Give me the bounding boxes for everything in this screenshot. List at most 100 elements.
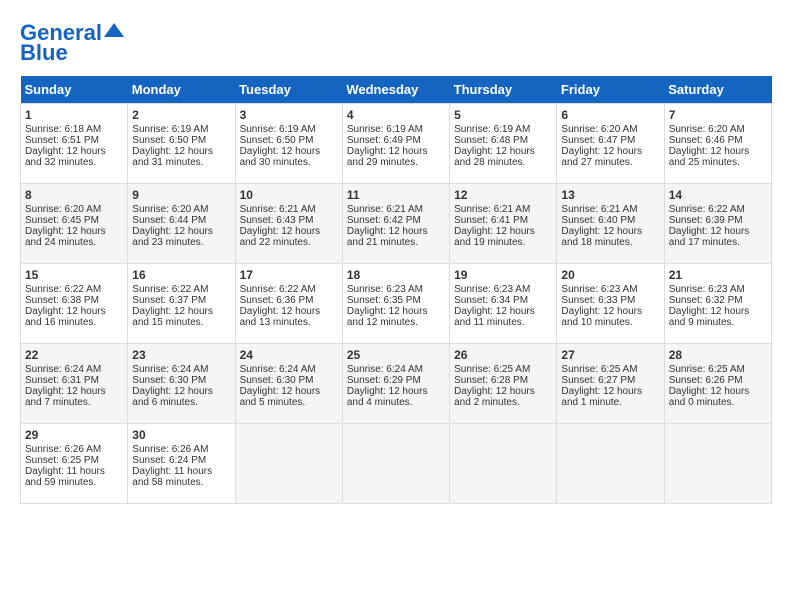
calendar-cell: 23 Sunrise: 6:24 AM Sunset: 6:30 PM Dayl… [128,344,235,424]
calendar-cell: 17 Sunrise: 6:22 AM Sunset: 6:36 PM Dayl… [235,264,342,344]
calendar-cell: 11 Sunrise: 6:21 AM Sunset: 6:42 PM Dayl… [342,184,449,264]
daylight-extra: and 27 minutes. [561,157,632,168]
sunset: Sunset: 6:34 PM [454,295,528,306]
calendar-cell: 12 Sunrise: 6:21 AM Sunset: 6:41 PM Dayl… [450,184,557,264]
sunrise: Sunrise: 6:25 AM [454,364,530,375]
day-number: 28 [669,348,767,362]
day-number: 5 [454,108,552,122]
day-number: 12 [454,188,552,202]
sunset: Sunset: 6:37 PM [132,295,206,306]
sunrise: Sunrise: 6:19 AM [454,124,530,135]
sunrise: Sunrise: 6:21 AM [561,204,637,215]
calendar-cell: 3 Sunrise: 6:19 AM Sunset: 6:50 PM Dayli… [235,104,342,184]
daylight-extra: and 12 minutes. [347,317,418,328]
daylight-extra: and 29 minutes. [347,157,418,168]
daylight-extra: and 19 minutes. [454,237,525,248]
sunset: Sunset: 6:28 PM [454,375,528,386]
day-number: 1 [25,108,123,122]
sunset: Sunset: 6:24 PM [132,455,206,466]
day-number: 25 [347,348,445,362]
day-number: 14 [669,188,767,202]
sunset: Sunset: 6:40 PM [561,215,635,226]
calendar-cell [664,424,771,504]
daylight: Daylight: 11 hours [25,466,105,477]
daylight: Daylight: 12 hours [132,226,213,237]
sunset: Sunset: 6:35 PM [347,295,421,306]
daylight: Daylight: 12 hours [669,306,750,317]
daylight: Daylight: 12 hours [25,226,106,237]
calendar-cell: 4 Sunrise: 6:19 AM Sunset: 6:49 PM Dayli… [342,104,449,184]
sunset: Sunset: 6:33 PM [561,295,635,306]
sunset: Sunset: 6:50 PM [240,135,314,146]
calendar-cell: 13 Sunrise: 6:21 AM Sunset: 6:40 PM Dayl… [557,184,664,264]
sunrise: Sunrise: 6:24 AM [132,364,208,375]
day-number: 22 [25,348,123,362]
calendar-cell [235,424,342,504]
day-number: 10 [240,188,338,202]
logo-icon [104,23,124,37]
sunset: Sunset: 6:36 PM [240,295,314,306]
calendar-cell: 29 Sunrise: 6:26 AM Sunset: 6:25 PM Dayl… [21,424,128,504]
daylight-extra: and 32 minutes. [25,157,96,168]
sunrise: Sunrise: 6:21 AM [454,204,530,215]
day-header-friday: Friday [557,76,664,104]
daylight-extra: and 16 minutes. [25,317,96,328]
daylight-extra: and 11 minutes. [454,317,524,328]
daylight: Daylight: 12 hours [132,146,213,157]
daylight-extra: and 24 minutes. [25,237,96,248]
calendar-cell: 25 Sunrise: 6:24 AM Sunset: 6:29 PM Dayl… [342,344,449,424]
day-number: 15 [25,268,123,282]
sunset: Sunset: 6:31 PM [25,375,99,386]
daylight: Daylight: 12 hours [347,386,428,397]
day-header-monday: Monday [128,76,235,104]
page-header: General Blue [20,20,772,66]
day-number: 6 [561,108,659,122]
sunset: Sunset: 6:25 PM [25,455,99,466]
logo-blue: Blue [20,40,68,66]
day-number: 23 [132,348,230,362]
daylight-extra: and 2 minutes. [454,397,520,408]
calendar-cell: 18 Sunrise: 6:23 AM Sunset: 6:35 PM Dayl… [342,264,449,344]
calendar-cell: 9 Sunrise: 6:20 AM Sunset: 6:44 PM Dayli… [128,184,235,264]
sunset: Sunset: 6:26 PM [669,375,743,386]
day-number: 2 [132,108,230,122]
sunset: Sunset: 6:50 PM [132,135,206,146]
daylight-extra: and 25 minutes. [669,157,740,168]
day-number: 18 [347,268,445,282]
daylight-extra: and 28 minutes. [454,157,525,168]
sunrise: Sunrise: 6:23 AM [347,284,423,295]
sunrise: Sunrise: 6:20 AM [669,124,745,135]
day-number: 4 [347,108,445,122]
day-header-tuesday: Tuesday [235,76,342,104]
daylight: Daylight: 12 hours [454,306,535,317]
day-number: 8 [25,188,123,202]
daylight: Daylight: 12 hours [347,146,428,157]
sunrise: Sunrise: 6:24 AM [25,364,101,375]
daylight-extra: and 4 minutes. [347,397,413,408]
daylight: Daylight: 12 hours [454,386,535,397]
daylight: Daylight: 12 hours [561,226,642,237]
sunrise: Sunrise: 6:19 AM [132,124,208,135]
calendar-week-4: 22 Sunrise: 6:24 AM Sunset: 6:31 PM Dayl… [21,344,772,424]
sunset: Sunset: 6:43 PM [240,215,314,226]
daylight: Daylight: 12 hours [25,386,106,397]
daylight-extra: and 1 minute. [561,397,622,408]
calendar-cell: 14 Sunrise: 6:22 AM Sunset: 6:39 PM Dayl… [664,184,771,264]
daylight-extra: and 23 minutes. [132,237,203,248]
daylight-extra: and 7 minutes. [25,397,91,408]
daylight-extra: and 22 minutes. [240,237,311,248]
daylight: Daylight: 12 hours [132,386,213,397]
daylight-extra: and 5 minutes. [240,397,306,408]
daylight: Daylight: 12 hours [240,386,321,397]
sunset: Sunset: 6:27 PM [561,375,635,386]
daylight: Daylight: 12 hours [454,226,535,237]
daylight-extra: and 6 minutes. [132,397,198,408]
calendar-cell: 7 Sunrise: 6:20 AM Sunset: 6:46 PM Dayli… [664,104,771,184]
day-number: 13 [561,188,659,202]
daylight: Daylight: 12 hours [240,146,321,157]
sunrise: Sunrise: 6:24 AM [240,364,316,375]
daylight: Daylight: 12 hours [669,146,750,157]
sunset: Sunset: 6:44 PM [132,215,206,226]
day-number: 20 [561,268,659,282]
sunset: Sunset: 6:45 PM [25,215,99,226]
